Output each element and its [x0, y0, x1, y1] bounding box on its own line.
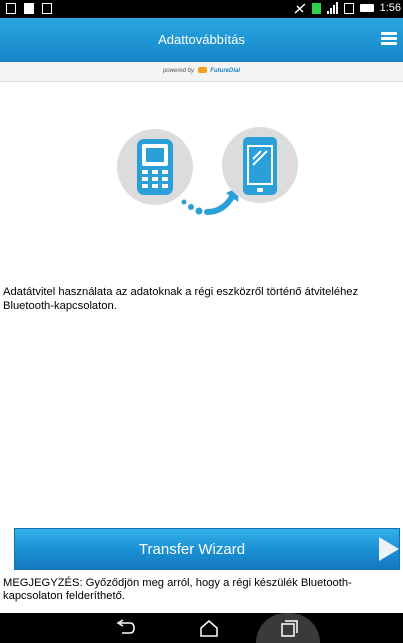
powered-by-bar: powered by FutureDial: [0, 62, 403, 82]
back-icon[interactable]: [115, 618, 135, 638]
page-title: Adattovábbítás: [158, 32, 245, 47]
note-text: MEGJEGYZÉS: Győződjön meg arról, hogy a …: [3, 577, 352, 602]
document-icon: [24, 3, 34, 14]
futuredial-logo-icon: [197, 67, 207, 74]
status-time: 1:56: [379, 2, 401, 14]
powered-by-label: powered by: [162, 68, 194, 74]
app-bar: Adattovábbítás: [0, 18, 403, 62]
transfer-wizard-button[interactable]: Transfer Wizard: [14, 528, 400, 570]
navigation-bar: [0, 613, 403, 643]
sd-card-icon: [6, 3, 16, 14]
transfer-arrow-icon: [181, 187, 239, 215]
mute-icon: [294, 2, 306, 14]
transfer-wizard-label: Transfer Wizard: [138, 541, 246, 558]
old-phone-icon: [117, 129, 193, 205]
new-phone-icon: [222, 127, 298, 203]
signal-icon: [326, 2, 338, 14]
image-icon: [42, 3, 52, 14]
home-icon[interactable]: [198, 618, 220, 638]
battery-icon: [359, 4, 374, 12]
description-text: Adatátvitel használata az adatoknak a ré…: [3, 286, 359, 312]
status-bar: 1:56: [0, 0, 403, 18]
powered-by-brand: FutureDial: [210, 68, 241, 74]
menu-icon[interactable]: [381, 32, 397, 46]
data-icon: [311, 2, 321, 14]
sim-icon: [343, 2, 354, 14]
recent-apps-icon[interactable]: [279, 618, 299, 638]
play-arrow-icon: [379, 537, 399, 561]
transfer-illustration: [0, 81, 403, 281]
